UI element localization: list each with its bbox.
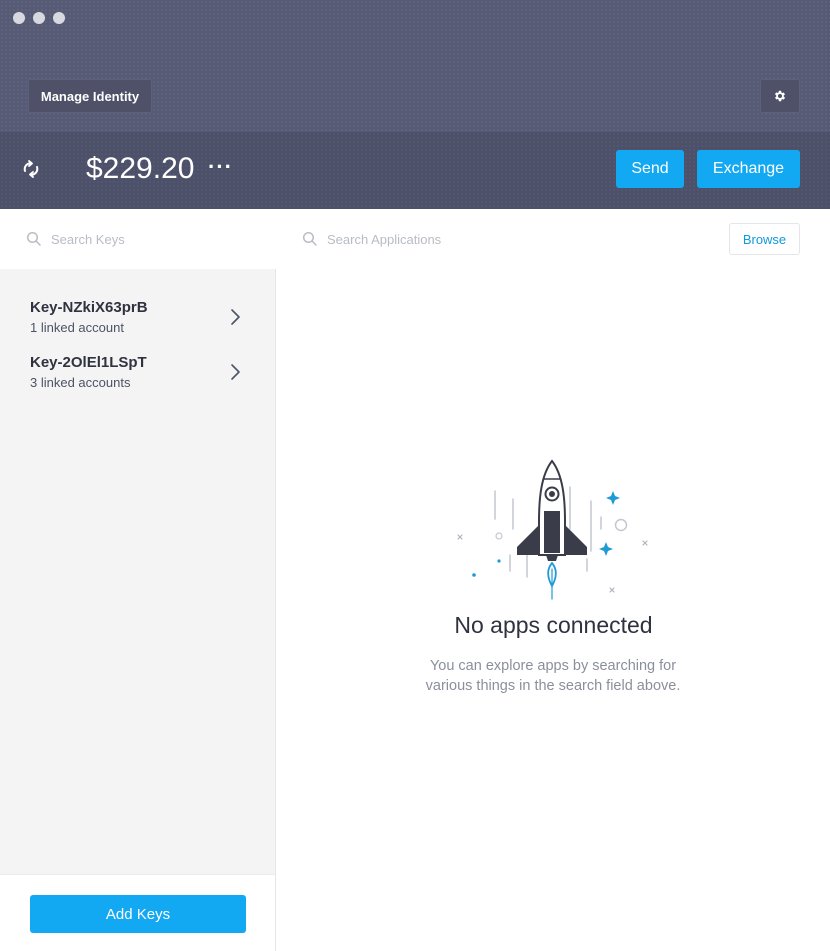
key-name: Key-2OlEl1LSpT bbox=[30, 354, 147, 371]
settings-button[interactable] bbox=[760, 79, 800, 113]
key-linked-accounts: 3 linked accounts bbox=[30, 375, 131, 390]
keys-sidebar: Key-NZkiX63prB 1 linked account Key-2OlE… bbox=[0, 209, 276, 951]
send-button[interactable]: Send bbox=[616, 150, 684, 188]
gear-icon bbox=[774, 90, 786, 102]
header-top: Manage Identity bbox=[0, 0, 830, 132]
header-bar: Manage Identity $229.20 ··· Send Exchang… bbox=[0, 0, 830, 209]
search-icon bbox=[302, 231, 317, 246]
browse-button[interactable]: Browse bbox=[729, 223, 800, 255]
window-close-button[interactable] bbox=[13, 12, 25, 24]
key-name: Key-NZkiX63prB bbox=[30, 299, 148, 316]
key-search-bar bbox=[0, 209, 276, 269]
balance-bar: $229.20 ··· Send Exchange bbox=[0, 132, 830, 209]
window-maximize-button[interactable] bbox=[53, 12, 65, 24]
search-applications-input[interactable] bbox=[327, 231, 527, 247]
sidebar-footer: Add Keys bbox=[0, 874, 275, 951]
chevron-right-icon bbox=[231, 364, 240, 380]
balance-amount: $229.20 bbox=[86, 152, 195, 185]
window-controls bbox=[13, 12, 65, 24]
sync-icon bbox=[23, 160, 39, 178]
empty-state-title: No apps connected bbox=[454, 612, 653, 638]
key-list-item[interactable]: Key-NZkiX63prB 1 linked account bbox=[0, 299, 275, 353]
search-icon bbox=[26, 231, 41, 246]
key-linked-accounts: 1 linked account bbox=[30, 320, 124, 335]
rocket-illustration bbox=[457, 459, 648, 600]
search-keys-input[interactable] bbox=[51, 231, 251, 247]
key-list-item[interactable]: Key-2OlEl1LSpT 3 linked accounts bbox=[0, 354, 275, 408]
chevron-right-icon bbox=[231, 309, 240, 325]
applications-panel: Browse bbox=[277, 209, 830, 951]
exchange-button[interactable]: Exchange bbox=[697, 150, 800, 188]
more-options-button[interactable]: ··· bbox=[208, 152, 233, 182]
window-minimize-button[interactable] bbox=[33, 12, 45, 24]
manage-identity-button[interactable]: Manage Identity bbox=[28, 79, 152, 113]
add-keys-button[interactable]: Add Keys bbox=[30, 895, 246, 933]
empty-state-description: You can explore apps by searching for va… bbox=[425, 658, 681, 694]
sync-button[interactable] bbox=[16, 154, 46, 184]
